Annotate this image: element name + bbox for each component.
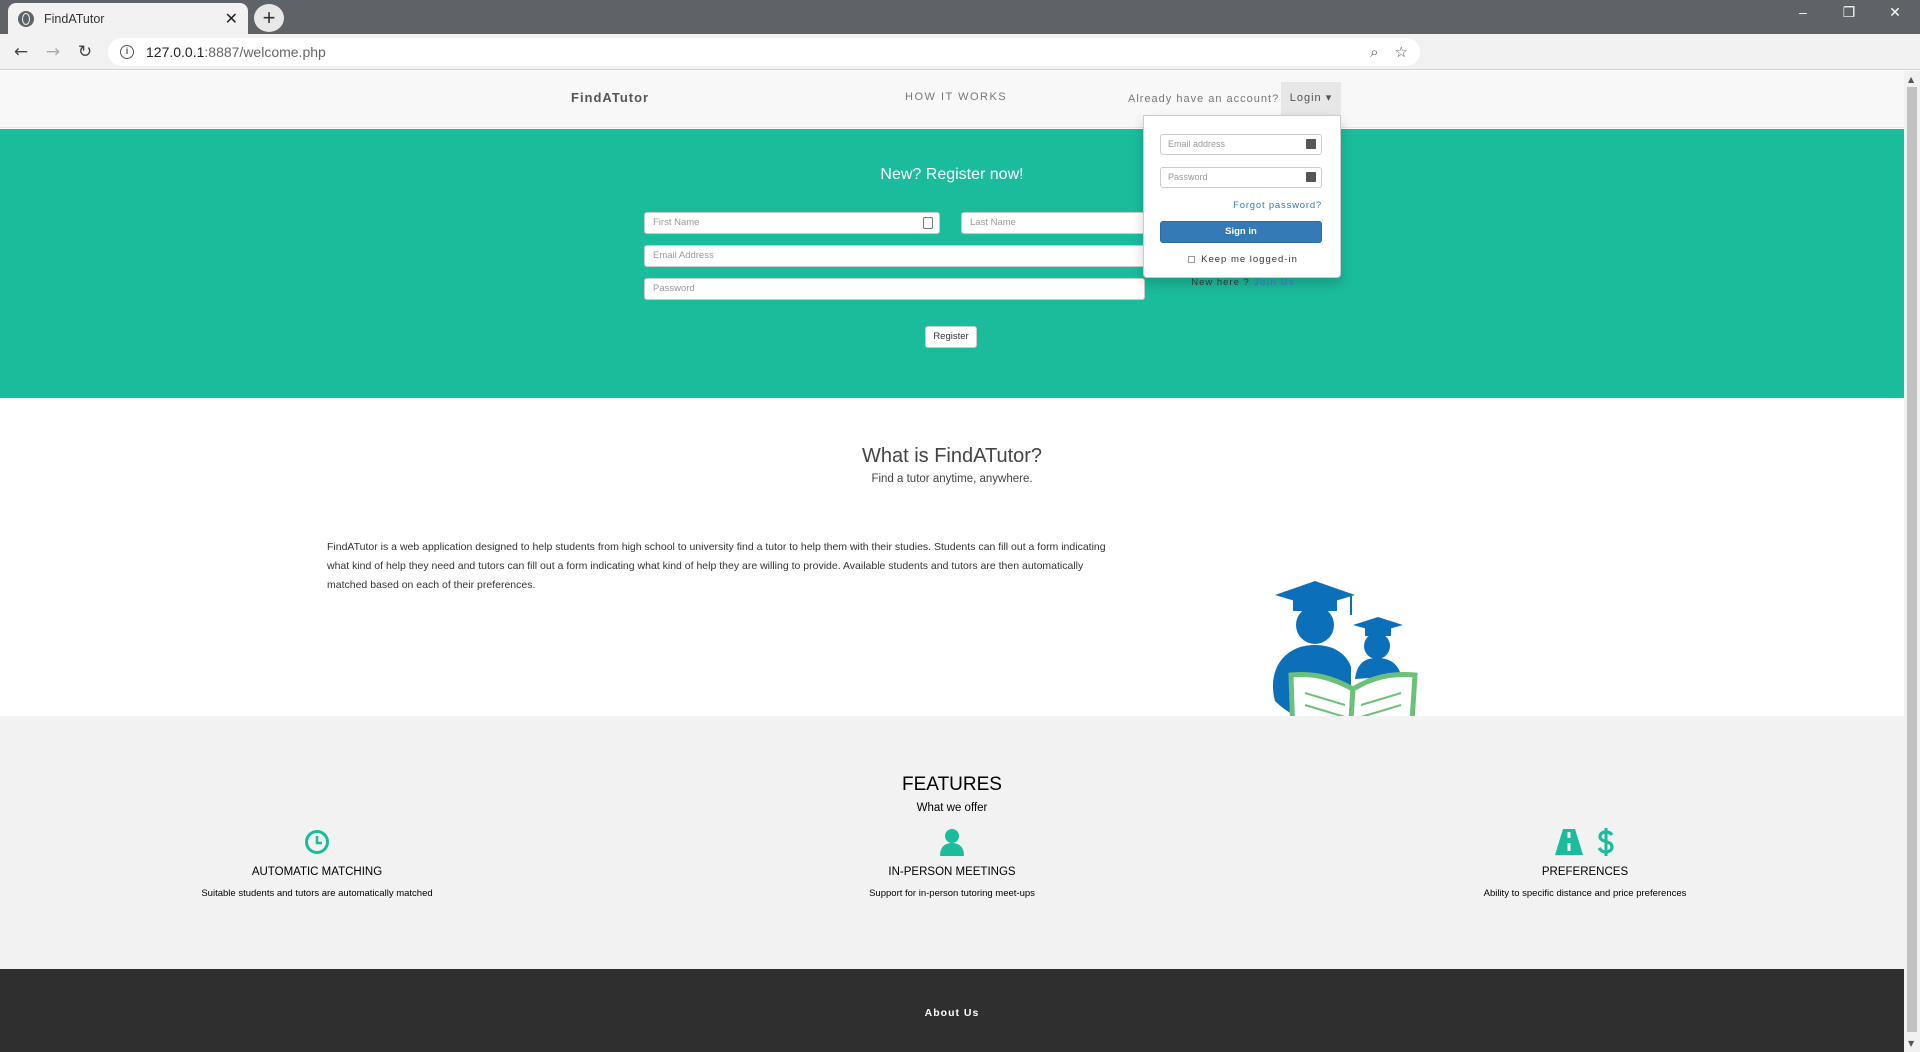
features-subtitle: What we offer — [916, 802, 988, 814]
minimize-button[interactable]: – — [1780, 4, 1826, 20]
address-bar[interactable]: i 127.0.0.1:8887/welcome.php ⌕ ☆ — [108, 38, 1420, 66]
login-email-input[interactable]: Email address — [1160, 134, 1322, 155]
features-title: FEATURES — [902, 774, 1002, 795]
last-name-input[interactable]: Last Name — [961, 212, 1145, 234]
feature-automatic-matching: AUTOMATIC MATCHING Suitable students and… — [137, 826, 497, 899]
user-icon — [940, 829, 964, 856]
login-password-placeholder: Password — [1168, 172, 1208, 182]
how-it-works-link[interactable]: HOW IT WORKS — [905, 91, 1007, 103]
login-dropdown: Email address Password Forgot password? … — [1143, 115, 1342, 288]
register-section: New? Register now! First Name Last Name … — [0, 129, 1904, 398]
login-dropdown-toggle[interactable]: Login ▾ — [1281, 82, 1341, 115]
site-navbar: FindATutor HOW IT WORKS Already have an … — [0, 71, 1904, 128]
browser-tabstrip: FindATutor ✕ + – ❐ ✕ — [0, 0, 1920, 34]
globe-icon — [18, 10, 34, 27]
url-path: :8887/welcome.php — [204, 44, 326, 60]
road-icon — [1555, 829, 1583, 855]
feature-description: Suitable students and tutors are automat… — [201, 888, 433, 899]
register-title: New? Register now! — [880, 166, 1024, 183]
keep-logged-in-row: Keep me logged-in — [1144, 254, 1342, 265]
new-here-row: New here ? Join Us — [1144, 277, 1342, 288]
sign-in-button[interactable]: Sign in — [1160, 221, 1322, 243]
about-body: FindATutor is a web application designed… — [327, 541, 1106, 591]
about-subtitle: Find a tutor anytime, anywhere. — [871, 473, 1033, 485]
first-name-input[interactable]: First Name — [644, 212, 940, 234]
forward-arrow-icon[interactable]: → — [41, 41, 65, 63]
already-account-text: Already have an account? — [1128, 93, 1280, 105]
new-tab-button[interactable]: + — [254, 4, 284, 32]
feature-title: PREFERENCES — [1541, 866, 1629, 878]
feature-description: Ability to specific distance and price p… — [1483, 888, 1687, 899]
feature-description: Support for in-person tutoring meet-ups — [869, 888, 1035, 899]
features-section: FEATURES What we offer AUTOMATIC MATCHIN… — [0, 716, 1904, 969]
tab-title: FindATutor — [44, 11, 105, 26]
scroll-up-arrow-icon[interactable]: ▲ — [1908, 75, 1914, 84]
site-footer: About Us — [0, 969, 1904, 1052]
keep-logged-in-label: Keep me logged-in — [1201, 254, 1298, 265]
forgot-password-link[interactable]: Forgot password? — [1233, 200, 1322, 211]
feature-title: IN-PERSON MEETINGS — [888, 866, 1016, 878]
about-title: What is FindATutor? — [861, 445, 1043, 467]
last-name-placeholder: Last Name — [970, 217, 1016, 228]
about-section: What is FindATutor? Find a tutor anytime… — [0, 398, 1904, 751]
restore-button[interactable]: ❐ — [1826, 4, 1872, 21]
tab-close-icon[interactable]: ✕ — [225, 9, 238, 29]
page-viewport: FindATutor HOW IT WORKS Already have an … — [0, 71, 1904, 1052]
contact-card-icon — [923, 217, 933, 229]
brand-link[interactable]: FindATutor — [571, 90, 649, 105]
register-button[interactable]: Register — [925, 326, 977, 348]
feature-in-person-meetings: IN-PERSON MEETINGS Support for in-person… — [772, 826, 1132, 899]
dollar-icon — [1597, 828, 1614, 856]
scroll-down-arrow-icon[interactable]: ▼ — [1908, 1039, 1914, 1048]
url-host: 127.0.0.1 — [146, 44, 205, 60]
bookmark-star-icon[interactable]: ☆ — [1395, 43, 1408, 61]
reload-icon[interactable]: ↻ — [73, 41, 97, 63]
autofill-key-icon[interactable] — [1306, 139, 1316, 149]
url-text[interactable]: 127.0.0.1:8887/welcome.php — [146, 44, 1354, 60]
login-email-placeholder: Email address — [1168, 139, 1226, 149]
zoom-icon[interactable]: ⌕ — [1370, 43, 1378, 61]
new-here-text: New here ? — [1191, 277, 1254, 288]
feature-title: AUTOMATIC MATCHING — [251, 866, 383, 878]
autofill-key-icon[interactable] — [1306, 172, 1316, 182]
browser-tab[interactable]: FindATutor ✕ — [8, 3, 248, 34]
back-arrow-icon[interactable]: ← — [9, 41, 33, 63]
keep-logged-in-checkbox[interactable] — [1188, 255, 1196, 263]
register-password-placeholder: Password — [653, 283, 695, 294]
close-window-button[interactable]: ✕ — [1872, 4, 1918, 21]
login-password-input[interactable]: Password — [1160, 167, 1322, 188]
clock-icon — [305, 830, 329, 854]
info-icon[interactable]: i — [120, 45, 134, 59]
browser-toolbar: ← → ↻ i 127.0.0.1:8887/welcome.php ⌕ ☆ K… — [0, 34, 1920, 97]
register-email-placeholder: Email Address — [653, 250, 714, 261]
register-email-input[interactable]: Email Address — [644, 245, 1145, 267]
feature-preferences: PREFERENCES Ability to specific distance… — [1405, 826, 1765, 899]
page-scrollbar[interactable]: ▲ ▼ — [1904, 71, 1920, 1052]
scrollbar-thumb[interactable] — [1907, 87, 1917, 1032]
about-us-link[interactable]: About Us — [0, 1007, 1904, 1019]
register-password-input[interactable]: Password — [644, 278, 1145, 300]
first-name-placeholder: First Name — [653, 217, 700, 228]
join-us-link[interactable]: Join Us — [1253, 277, 1294, 288]
